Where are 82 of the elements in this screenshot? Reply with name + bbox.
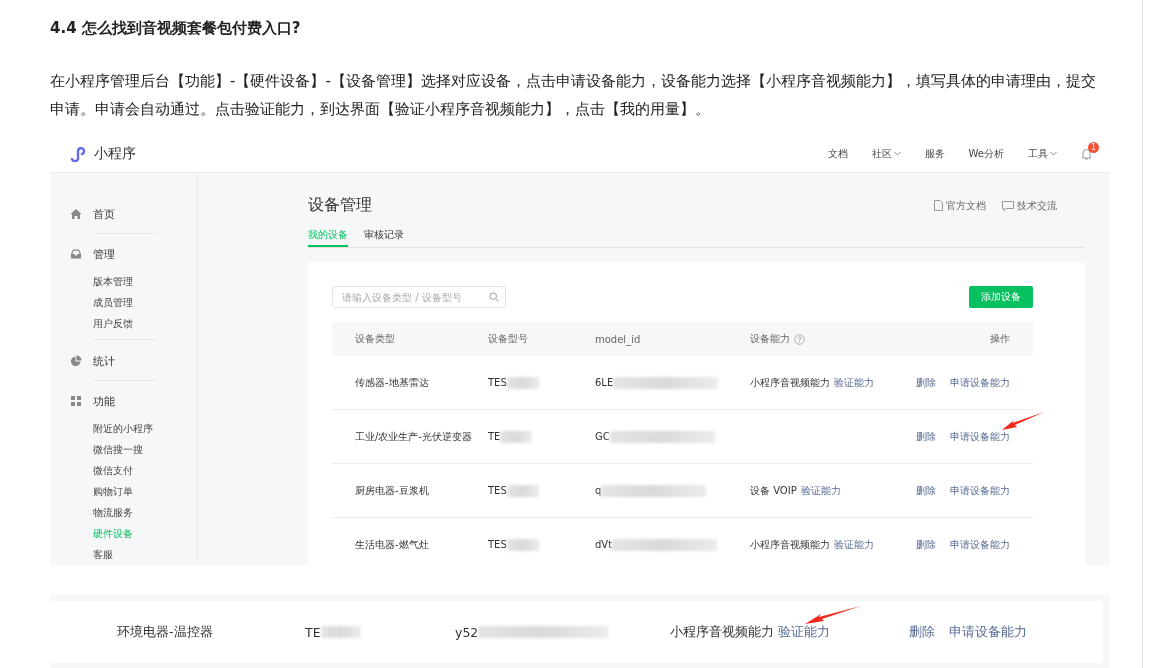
nav-link[interactable]: 服务 xyxy=(924,146,945,161)
delete-link[interactable]: 删除 xyxy=(916,537,936,552)
doc-link[interactable]: 技术交流 xyxy=(1002,198,1057,213)
doc-link[interactable]: 官方文档 xyxy=(934,198,986,213)
redaction-blur xyxy=(500,430,533,443)
nav-link[interactable]: 文档 xyxy=(827,146,848,161)
nav-link[interactable]: We分析 xyxy=(968,146,1004,161)
sidebar-subitem[interactable]: 用户反馈 xyxy=(70,313,197,334)
notification-badge: 1 xyxy=(1088,141,1099,153)
chevron-down-icon xyxy=(1050,151,1057,156)
table-cell: TE xyxy=(305,624,321,640)
search-field[interactable]: 请输入设备类型 / 设备型号 xyxy=(332,286,506,308)
table-cell-text: 环境电器-温控器 xyxy=(117,623,214,641)
sidebar-item[interactable]: 统计 xyxy=(70,346,197,376)
capability-text: 设备 VOIP xyxy=(750,483,797,498)
delete-link[interactable]: 删除 xyxy=(916,375,936,390)
redaction-blur xyxy=(506,484,539,497)
table-cell: TES xyxy=(488,539,507,550)
verify-link[interactable]: 验证能力 xyxy=(800,483,841,498)
delete-link[interactable]: 删除 xyxy=(916,483,936,498)
table-cell-text: 厨房电器-豆浆机 xyxy=(355,483,430,498)
sidebar-subitem[interactable]: 附近的小程序 xyxy=(70,418,197,439)
column-header: model_id xyxy=(595,333,642,345)
capability-text: 小程序音视频能力 xyxy=(750,375,830,390)
table-cell: GC xyxy=(595,431,610,442)
table-cell-text: 工业/农业生产-光伏逆变器 xyxy=(355,429,473,444)
apply-capability-link[interactable]: 申请设备能力 xyxy=(950,483,1010,498)
logo-text: 小程序 xyxy=(94,144,136,163)
document-icon xyxy=(934,200,943,211)
sidebar-subitem[interactable]: 成员管理 xyxy=(70,292,197,313)
home-icon xyxy=(70,208,82,220)
sidebar-subitem[interactable]: 客服 xyxy=(70,544,197,565)
table-cell: TE xyxy=(488,431,501,442)
help-icon[interactable] xyxy=(794,333,805,345)
table-cell-text: 传感器-地基雷达 xyxy=(355,375,430,390)
tab[interactable]: 审核记录 xyxy=(364,228,404,247)
logo-icon xyxy=(70,145,88,162)
chat-icon xyxy=(1002,200,1014,211)
sidebar-subitem[interactable]: 物流服务 xyxy=(70,502,197,523)
sidebar-subitem[interactable]: 微信搜一搜 xyxy=(70,439,197,460)
delete-link[interactable]: 删除 xyxy=(916,429,936,444)
redaction-blur xyxy=(506,376,539,389)
verify-link[interactable]: 验证能力 xyxy=(834,375,874,390)
column-header: 设备类型 xyxy=(355,332,396,346)
apply-capability-link[interactable]: 申请设备能力 xyxy=(950,537,1010,552)
table-cell: TES xyxy=(488,485,507,496)
column-header: 设备型号 xyxy=(488,332,529,346)
table-cell: q xyxy=(595,485,602,496)
search-icon xyxy=(489,292,499,302)
redaction-blur xyxy=(506,538,539,551)
sidebar-subitem[interactable]: 微信支付 xyxy=(70,460,197,481)
verify-link[interactable]: 验证能力 xyxy=(834,537,874,552)
sidebar-subitem[interactable]: 版本管理 xyxy=(70,271,197,292)
verify-link[interactable]: 验证能力 xyxy=(778,623,830,641)
table-cell: y52 xyxy=(455,624,479,640)
apply-capability-link[interactable]: 申请设备能力 xyxy=(949,623,1027,641)
nav-link[interactable]: 工具 xyxy=(1028,146,1057,161)
apply-capability-link[interactable]: 申请设备能力 xyxy=(950,375,1010,390)
table-cell: 6LE xyxy=(595,377,614,388)
nav-link[interactable]: 社区 xyxy=(871,146,901,161)
table-cell: TES xyxy=(488,377,507,388)
table-cell-text: 生活电器-燃气灶 xyxy=(355,537,430,552)
sidebar-subitem[interactable]: 购物订单 xyxy=(70,481,197,502)
sidebar-item[interactable]: 功能 xyxy=(70,386,197,416)
table-cell: dVt xyxy=(595,539,613,550)
sidebar-item[interactable]: 首页 xyxy=(70,199,197,229)
pie-chart-icon xyxy=(70,355,82,367)
column-header: 设备能力 xyxy=(750,332,990,346)
delete-link[interactable]: 删除 xyxy=(909,623,935,641)
instruction-paragraph: 在小程序管理后台【功能】-【硬件设备】-【设备管理】选择对应设备，点击申请设备能力，设备能力选择【小程序音视频能力】，填写具体的申请理由，提交申请。申请会自动通过。点击验证能力，到达界面【验证小程序音视频能力】，点击【我的用量】。 xyxy=(50,71,1097,120)
inbox-icon xyxy=(70,248,82,260)
grid-icon xyxy=(70,395,82,407)
redaction-blur xyxy=(320,626,361,638)
capability-text: 小程序音视频能力 xyxy=(670,623,774,641)
sidebar-item[interactable]: 管理 xyxy=(70,239,197,269)
section-heading: 4.4 怎么找到音视频套餐包付费入口? xyxy=(50,18,302,38)
column-header: 操作 xyxy=(990,332,1010,346)
capability-text: 小程序音视频能力 xyxy=(750,537,830,552)
chevron-down-icon xyxy=(893,151,901,156)
apply-capability-link[interactable]: 申请设备能力 xyxy=(950,429,1010,444)
bell-icon[interactable] xyxy=(1081,147,1092,160)
page-title: 设备管理 xyxy=(308,195,372,216)
